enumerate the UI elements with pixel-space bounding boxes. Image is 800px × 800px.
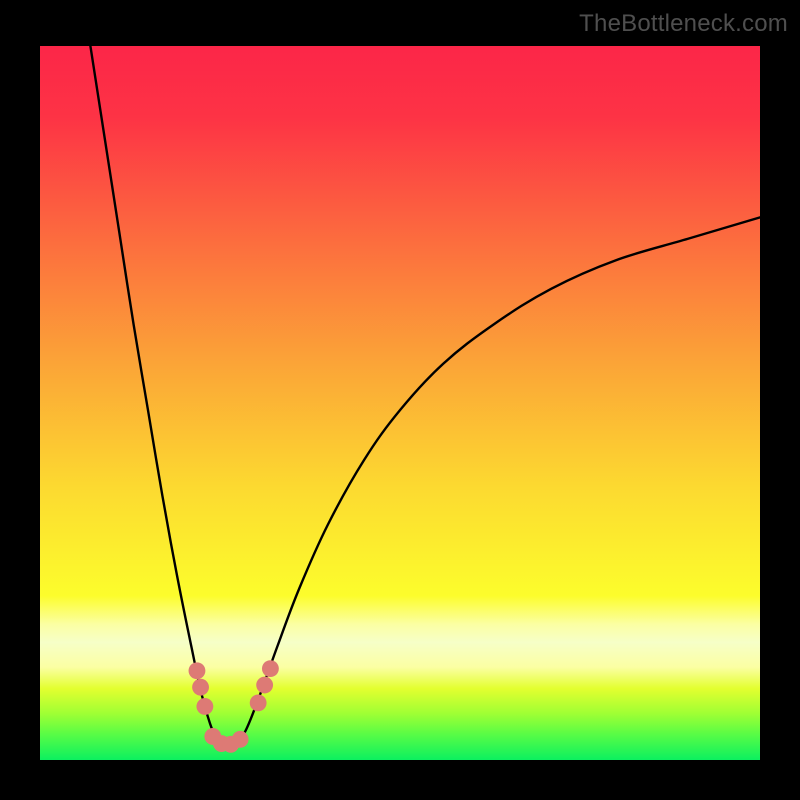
curve-marker	[196, 698, 213, 715]
curve-layer	[40, 46, 760, 760]
watermark-text: TheBottleneck.com	[579, 10, 788, 38]
plot-area	[40, 46, 760, 760]
curve-marker	[192, 679, 209, 696]
curve-marker	[256, 677, 273, 694]
curve-marker	[250, 694, 267, 711]
chart-frame: TheBottleneck.com	[0, 0, 800, 800]
bottleneck-curve	[90, 46, 760, 746]
curve-marker	[262, 660, 279, 677]
curve-markers	[189, 660, 279, 753]
curve-marker	[189, 662, 206, 679]
curve-marker	[232, 731, 249, 748]
